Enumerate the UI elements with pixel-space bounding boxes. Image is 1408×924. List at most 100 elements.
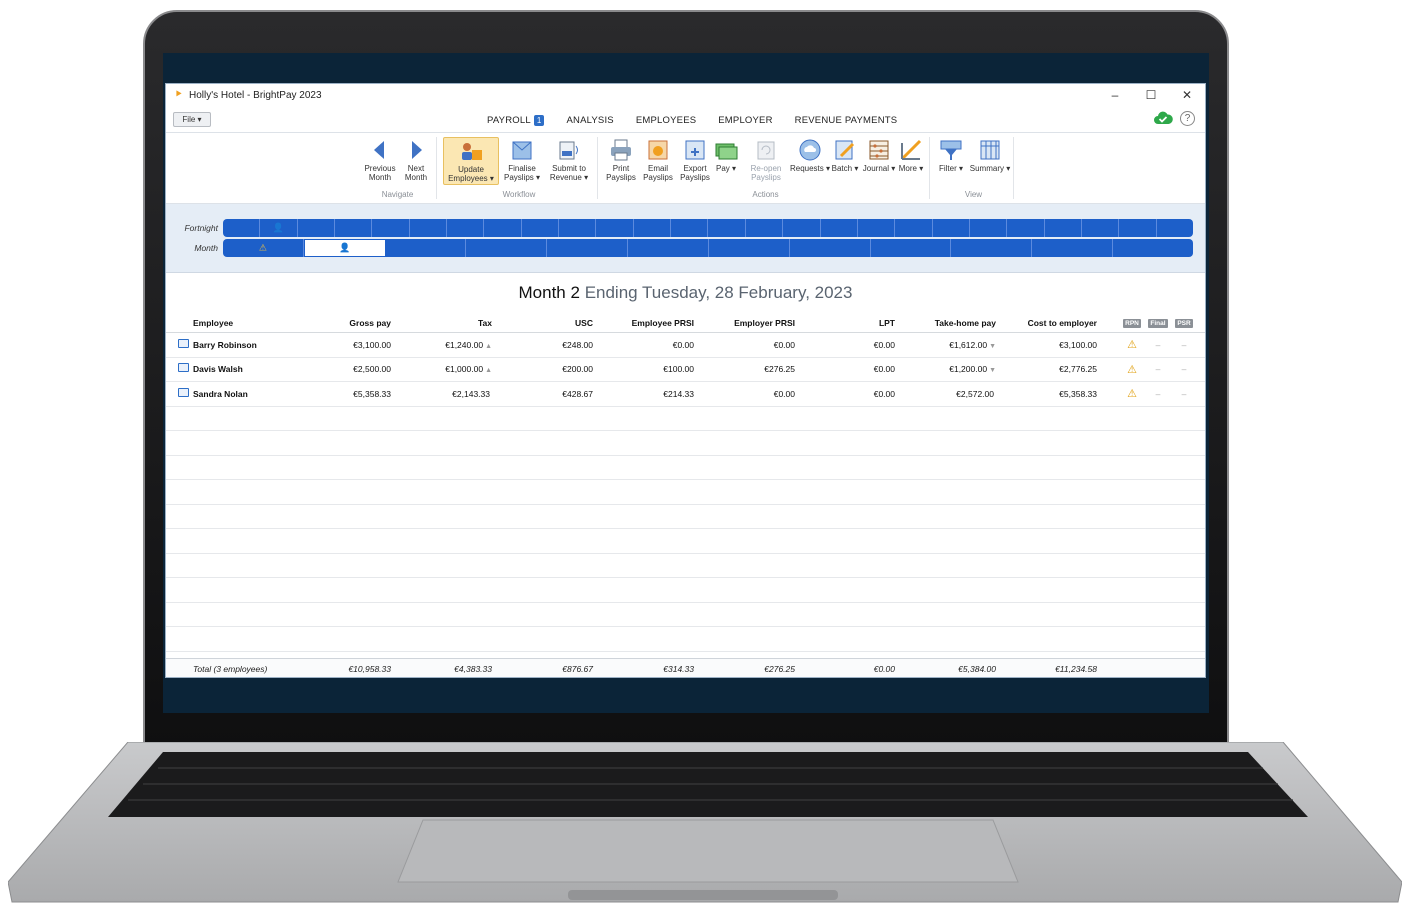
- fortnight-period[interactable]: [746, 219, 784, 237]
- col-employer-prsi[interactable]: Employer PRSI: [694, 318, 795, 328]
- employee-name[interactable]: Sandra Nolan: [193, 389, 248, 399]
- navigate-group-label: Navigate: [381, 190, 414, 199]
- total-lpt: €0.00: [873, 663, 895, 674]
- col-lpt[interactable]: LPT: [795, 318, 895, 328]
- maximize-button[interactable]: ☐: [1133, 88, 1169, 102]
- take-home-cell: €1,200.00 ▼: [895, 364, 996, 374]
- finalise-payslips-button[interactable]: Finalise Payslips ▾: [501, 137, 543, 182]
- fortnight-period[interactable]: [1082, 219, 1120, 237]
- employee-name[interactable]: Barry Robinson: [193, 340, 257, 350]
- submit-to-revenue-button[interactable]: Submit to Revenue ▾: [545, 137, 593, 182]
- fortnight-period[interactable]: [447, 219, 485, 237]
- month-period[interactable]: [709, 239, 790, 257]
- fortnight-period[interactable]: [970, 219, 1008, 237]
- empty-row: [166, 480, 1205, 505]
- minimize-button[interactable]: –: [1097, 88, 1133, 102]
- fortnight-period[interactable]: [484, 219, 522, 237]
- total-tax: €4,383.33: [454, 663, 492, 674]
- month-period[interactable]: [628, 239, 709, 257]
- fortnight-period[interactable]: [634, 219, 672, 237]
- warning-icon[interactable]: ⚠: [1127, 364, 1137, 376]
- employee-name[interactable]: Davis Walsh: [193, 364, 243, 374]
- warning-icon[interactable]: ⚠: [1127, 388, 1137, 400]
- folder-icon[interactable]: [178, 363, 189, 373]
- filter-button[interactable]: Filter ▾: [934, 137, 968, 173]
- fortnight-period[interactable]: 👤: [260, 219, 298, 237]
- decrease-arrow-icon: ▼: [989, 367, 996, 375]
- tab-revenue-payments[interactable]: REVENUE PAYMENTS: [784, 112, 909, 134]
- fortnight-period[interactable]: [821, 219, 858, 237]
- col-cost-to-employer[interactable]: Cost to employer: [996, 318, 1097, 328]
- folder-icon[interactable]: [178, 338, 189, 348]
- pay-button[interactable]: Pay ▾: [709, 137, 743, 173]
- month-period-bar[interactable]: ⚠ 👤: [223, 239, 1193, 257]
- batch-button[interactable]: Batch ▾: [828, 137, 862, 173]
- month-period[interactable]: [466, 239, 548, 257]
- fortnight-period[interactable]: [223, 219, 261, 237]
- update-employees-button[interactable]: Update Employees ▾: [443, 137, 499, 185]
- col-employee-prsi[interactable]: Employee PRSI: [593, 318, 694, 328]
- fortnight-period[interactable]: [1119, 219, 1157, 237]
- previous-month-button[interactable]: Previous Month: [361, 137, 399, 182]
- rpn-status[interactable]: ⚠: [1119, 363, 1145, 376]
- month-period[interactable]: [951, 239, 1033, 257]
- summary-button[interactable]: Summary ▾: [968, 137, 1012, 173]
- col-gross-pay[interactable]: Gross pay: [336, 318, 391, 328]
- folder-icon[interactable]: [178, 387, 189, 397]
- fortnight-period[interactable]: [1007, 219, 1045, 237]
- col-take-home-pay[interactable]: Take-home pay: [895, 318, 996, 328]
- month-period-current[interactable]: 👤: [303, 239, 386, 257]
- fortnight-period[interactable]: [596, 219, 634, 237]
- month-period[interactable]: ⚠: [223, 239, 304, 257]
- next-month-button[interactable]: Next Month: [397, 137, 435, 182]
- fortnight-period[interactable]: [1157, 219, 1193, 237]
- rpn-status[interactable]: ⚠: [1119, 338, 1145, 351]
- month-period[interactable]: [1113, 239, 1193, 257]
- col-tax[interactable]: Tax: [391, 318, 492, 328]
- journal-button[interactable]: Journal ▾: [861, 137, 897, 173]
- cloud-sync-icon[interactable]: [1153, 110, 1173, 126]
- title-bar: ⯈ Holly's Hotel - BrightPay 2023 – ☐ ✕: [166, 84, 1205, 106]
- table-row[interactable]: Davis Walsh €2,500.00 €1,000.00 ▲ €200.00…: [166, 358, 1205, 382]
- fortnight-period[interactable]: [410, 219, 448, 237]
- month-period[interactable]: [1032, 239, 1114, 257]
- fortnight-period[interactable]: [783, 219, 821, 237]
- month-period[interactable]: [871, 239, 952, 257]
- col-employee[interactable]: Employee: [166, 318, 336, 328]
- month-period[interactable]: [790, 239, 871, 257]
- fortnight-period[interactable]: [1045, 219, 1082, 237]
- table-row[interactable]: Barry Robinson €3,100.00 €1,240.00 ▲ €248…: [166, 333, 1205, 358]
- fortnight-period-bar[interactable]: 👤: [223, 219, 1193, 237]
- fortnight-period[interactable]: [708, 219, 746, 237]
- fortnight-period[interactable]: [933, 219, 970, 237]
- tab-employer[interactable]: EMPLOYER: [707, 112, 783, 134]
- keyboard-deck-graphic: [7, 741, 1403, 903]
- psr-tag: PSR: [1175, 319, 1193, 328]
- requests-button[interactable]: Requests ▾: [788, 137, 832, 173]
- warning-icon[interactable]: ⚠: [1127, 339, 1137, 351]
- fortnight-period[interactable]: [522, 219, 560, 237]
- help-icon[interactable]: ?: [1180, 111, 1195, 126]
- fortnight-period[interactable]: [372, 219, 410, 237]
- fortnight-period[interactable]: [671, 219, 709, 237]
- fortnight-period[interactable]: [298, 219, 336, 237]
- fortnight-period[interactable]: [335, 219, 373, 237]
- more-button[interactable]: More ▾: [895, 137, 927, 173]
- tab-employees[interactable]: EMPLOYEES: [625, 112, 707, 134]
- month-period[interactable]: [547, 239, 629, 257]
- file-menu-button[interactable]: File ▾: [173, 112, 211, 127]
- tab-analysis[interactable]: ANALYSIS: [555, 112, 624, 134]
- month-period[interactable]: [386, 239, 467, 257]
- table-row[interactable]: Sandra Nolan €5,358.33 €2,143.33 €428.67…: [166, 382, 1205, 407]
- col-usc[interactable]: USC: [492, 318, 593, 328]
- print-payslips-button[interactable]: Print Payslips: [602, 137, 640, 182]
- submit-to-revenue-label: Submit to Revenue ▾: [549, 164, 589, 182]
- fortnight-period[interactable]: [895, 219, 933, 237]
- close-button[interactable]: ✕: [1169, 88, 1205, 102]
- fortnight-period[interactable]: [858, 219, 896, 237]
- rpn-status[interactable]: ⚠: [1119, 387, 1145, 400]
- email-payslips-button[interactable]: Email Payslips: [639, 137, 677, 182]
- reopen-payslips-button[interactable]: Re-open Payslips: [746, 137, 786, 182]
- fortnight-period[interactable]: [559, 219, 597, 237]
- tab-payroll[interactable]: PAYROLL 1: [476, 112, 556, 134]
